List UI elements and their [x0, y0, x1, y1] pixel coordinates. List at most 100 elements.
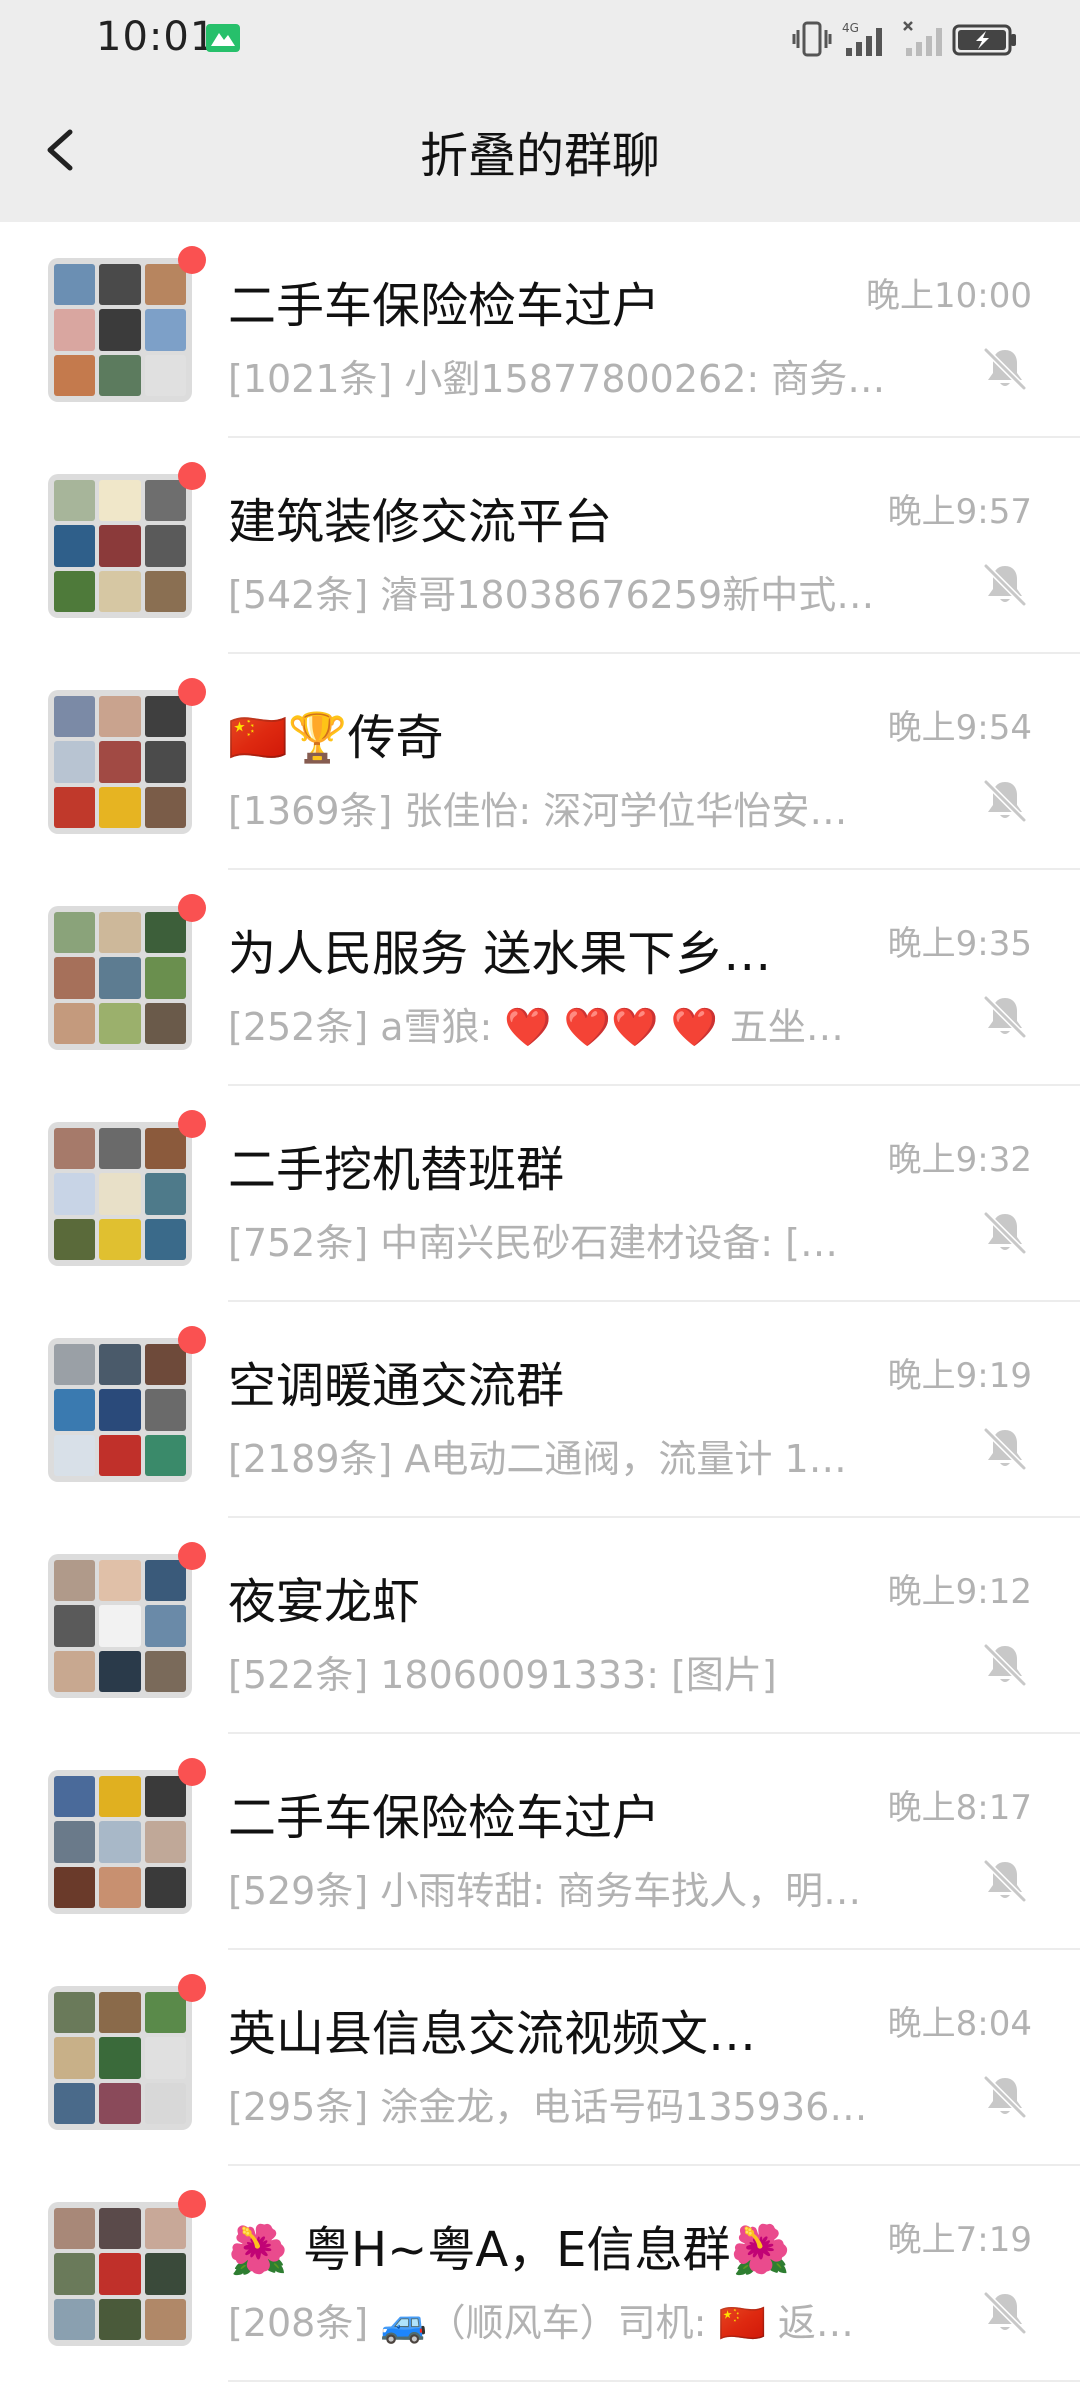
- avatar-tile: [99, 696, 141, 738]
- avatar-tile: [99, 480, 141, 522]
- group-avatar: [48, 2202, 192, 2346]
- signal-no-sim-icon: [903, 21, 942, 56]
- avatar-tile: [54, 1992, 96, 2034]
- chat-preview: [752条] 中南兴民砂石建材设备: […: [228, 1221, 838, 1265]
- avatar-tile: [54, 1866, 96, 1908]
- avatar-tile: [54, 480, 96, 522]
- avatar-tile: [144, 1002, 186, 1044]
- row-divider: [228, 2380, 1080, 2382]
- group-avatar: [48, 906, 192, 1050]
- chat-item[interactable]: 建筑装修交流平台 晚上9:57 [542条] 濬哥18038676259新中式…: [0, 438, 1080, 654]
- avatar-tile: [54, 1434, 96, 1476]
- chat-item[interactable]: 空调暖通交流群 晚上9:19 [2189条] A电动二通阀，流量计 1…: [0, 1302, 1080, 1518]
- chat-name: 🇨🇳🏆传奇: [228, 710, 444, 766]
- bell-off-icon: [983, 1643, 1027, 1687]
- chat-item[interactable]: 二手挖机替班群 晚上9:32 [752条] 中南兴民砂石建材设备: […: [0, 1086, 1080, 1302]
- chat-preview: [1369条] 张佳怡: 深河学位华怡安…: [228, 789, 848, 833]
- avatar-tile: [99, 1992, 141, 2034]
- avatar-tile: [144, 309, 186, 351]
- chat-time: 晚上9:12: [887, 1572, 1032, 1612]
- chat-time: 晚上9:19: [887, 1356, 1032, 1396]
- avatar-tile: [54, 264, 96, 306]
- bell-off-icon: [983, 1859, 1027, 1903]
- avatar-tile: [144, 1650, 186, 1692]
- avatar-tile: [99, 2253, 141, 2295]
- avatar-tile: [54, 2037, 96, 2079]
- chat-item[interactable]: 二手车保险检车过户 晚上8:17 [529条] 小雨转甜: 商务车找人，明…: [0, 1734, 1080, 1950]
- avatar-tile: [54, 1650, 96, 1692]
- avatar-tile: [99, 1821, 141, 1863]
- chat-preview: [295条] 涂金龙，电话号码135936…: [228, 2085, 868, 2129]
- chat-name: 夜宴龙虾: [228, 1574, 421, 1630]
- avatar-tile: [144, 1866, 186, 1908]
- group-avatar: [48, 258, 192, 402]
- group-avatar: [48, 1122, 192, 1266]
- avatar-tile: [54, 1389, 96, 1431]
- chat-name: 空调暖通交流群: [228, 1358, 565, 1414]
- avatar-tile: [54, 354, 96, 396]
- avatar-tile: [144, 696, 186, 738]
- avatar-tile: [99, 354, 141, 396]
- avatar-tile: [99, 1650, 141, 1692]
- avatar-tile: [144, 1560, 186, 1602]
- unread-dot: [178, 1974, 206, 2002]
- status-time: 10:01: [96, 14, 217, 60]
- avatar-tile: [144, 1218, 186, 1260]
- avatar-tile: [54, 1560, 96, 1602]
- chat-time: 晚上9:57: [887, 492, 1032, 532]
- avatar-tile: [99, 741, 141, 783]
- chat-item[interactable]: 为人民服务 送水果下乡… 晚上9:35 [252条] a雪狼: ❤️ ❤️❤️ ❤️…: [0, 870, 1080, 1086]
- avatar-tile: [54, 2253, 96, 2295]
- chat-name: 二手挖机替班群: [228, 1142, 565, 1198]
- avatar-tile: [99, 264, 141, 306]
- title-bar: 折叠的群聊: [0, 78, 1080, 222]
- avatar-tile: [144, 1605, 186, 1647]
- signal-4g-icon: 4G: [842, 21, 882, 56]
- unread-dot: [178, 1542, 206, 1570]
- chat-item[interactable]: 夜宴龙虾 晚上9:12 [522条] 18060091333: [图片]: [0, 1518, 1080, 1734]
- chat-item[interactable]: 🇨🇳🏆传奇 晚上9:54 [1369条] 张佳怡: 深河学位华怡安…: [0, 654, 1080, 870]
- avatar-tile: [144, 2253, 186, 2295]
- chat-time: 晚上8:04: [887, 2004, 1032, 2044]
- chat-item[interactable]: 英山县信息交流视频文… 晚上8:04 [295条] 涂金龙，电话号码135936…: [0, 1950, 1080, 2166]
- avatar-tile: [144, 1776, 186, 1818]
- avatar-tile: [144, 480, 186, 522]
- avatar-tile: [99, 1002, 141, 1044]
- chat-item[interactable]: 🌺 粤H~粤A，E信息群🌺 晚上7:19 [208条] 🚙（顺风车）司机: 🇨🇳 返…: [0, 2166, 1080, 2382]
- avatar-tile: [54, 1218, 96, 1260]
- chat-time: 晚上10:00: [866, 276, 1032, 316]
- battery-charging-icon: [952, 24, 1016, 56]
- avatar-tile: [54, 525, 96, 567]
- chat-name: 🌺 粤H~粤A，E信息群🌺: [228, 2222, 791, 2278]
- avatar-tile: [54, 912, 96, 954]
- page-title: 折叠的群聊: [419, 128, 660, 184]
- app-notification-icon: [206, 24, 240, 52]
- avatar-tile: [144, 1128, 186, 1170]
- avatar-tile: [54, 1605, 96, 1647]
- avatar-tile: [54, 2082, 96, 2124]
- chat-item[interactable]: 二手车保险检车过户 晚上10:00 [1021条] 小劉15877800262: 商…: [0, 222, 1080, 438]
- avatar-tile: [144, 570, 186, 612]
- group-avatar: [48, 474, 192, 618]
- chat-preview: [542条] 濬哥18038676259新中式…: [228, 573, 875, 617]
- status-bar: 10:01 4G: [0, 0, 1080, 78]
- network-type-label: 4G: [842, 21, 859, 35]
- avatar-tile: [54, 2298, 96, 2340]
- unread-dot: [178, 894, 206, 922]
- chat-time: 晚上7:19: [887, 2220, 1032, 2260]
- avatar-tile: [144, 786, 186, 828]
- avatar-tile: [99, 570, 141, 612]
- bell-off-icon: [983, 1211, 1027, 1255]
- avatar-tile: [99, 525, 141, 567]
- chat-name: 建筑装修交流平台: [228, 494, 613, 550]
- avatar-tile: [99, 2082, 141, 2124]
- avatar-tile: [144, 1173, 186, 1215]
- avatar-tile: [99, 912, 141, 954]
- avatar-tile: [54, 1128, 96, 1170]
- group-avatar: [48, 1338, 192, 1482]
- bell-off-icon: [983, 1427, 1027, 1471]
- chat-time: 晚上9:54: [887, 708, 1032, 748]
- avatar-tile: [54, 957, 96, 999]
- avatar-tile: [99, 1560, 141, 1602]
- unread-dot: [178, 2190, 206, 2218]
